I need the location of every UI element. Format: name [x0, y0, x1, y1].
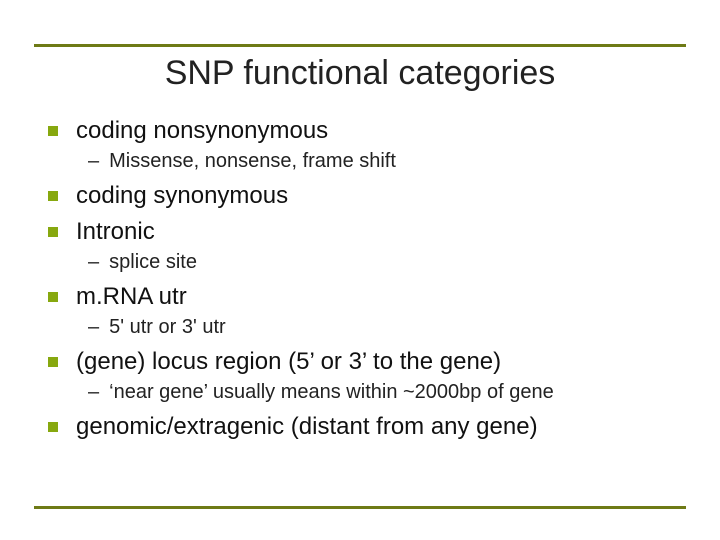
list-item-label: coding nonsynonymous — [76, 116, 328, 146]
divider-bottom — [34, 506, 686, 509]
square-bullet-icon — [48, 126, 58, 136]
content-list: coding nonsynonymous – Missense, nonsens… — [48, 110, 680, 444]
list-subitem: – splice site — [88, 249, 680, 276]
square-bullet-icon — [48, 422, 58, 432]
list-subitem-label: ‘near gene’ usually means within ~2000bp… — [109, 379, 554, 406]
list-item-label: Intronic — [76, 217, 155, 247]
list-subitem: – 5' utr or 3' utr — [88, 314, 680, 341]
divider-top — [34, 44, 686, 47]
list-item-label: coding synonymous — [76, 181, 288, 211]
square-bullet-icon — [48, 357, 58, 367]
list-item-label: genomic/extragenic (distant from any gen… — [76, 412, 538, 442]
dash-bullet-icon: – — [88, 379, 99, 406]
page-title: SNP functional categories — [0, 54, 720, 93]
list-item: m.RNA utr — [48, 282, 680, 312]
list-item: genomic/extragenic (distant from any gen… — [48, 412, 680, 442]
slide: SNP functional categories coding nonsyno… — [0, 0, 720, 540]
dash-bullet-icon: – — [88, 148, 99, 175]
list-subitem-label: Missense, nonsense, frame shift — [109, 148, 396, 175]
list-item: (gene) locus region (5’ or 3’ to the gen… — [48, 347, 680, 377]
list-subitem: – Missense, nonsense, frame shift — [88, 148, 680, 175]
list-item-label: m.RNA utr — [76, 282, 187, 312]
list-item: coding nonsynonymous — [48, 116, 680, 146]
dash-bullet-icon: – — [88, 249, 99, 276]
square-bullet-icon — [48, 191, 58, 201]
list-item: Intronic — [48, 217, 680, 247]
dash-bullet-icon: – — [88, 314, 99, 341]
list-subitem-label: splice site — [109, 249, 197, 276]
list-subitem-label: 5' utr or 3' utr — [109, 314, 226, 341]
square-bullet-icon — [48, 292, 58, 302]
list-subitem: – ‘near gene’ usually means within ~2000… — [88, 379, 680, 406]
list-item-label: (gene) locus region (5’ or 3’ to the gen… — [76, 347, 501, 377]
square-bullet-icon — [48, 227, 58, 237]
list-item: coding synonymous — [48, 181, 680, 211]
